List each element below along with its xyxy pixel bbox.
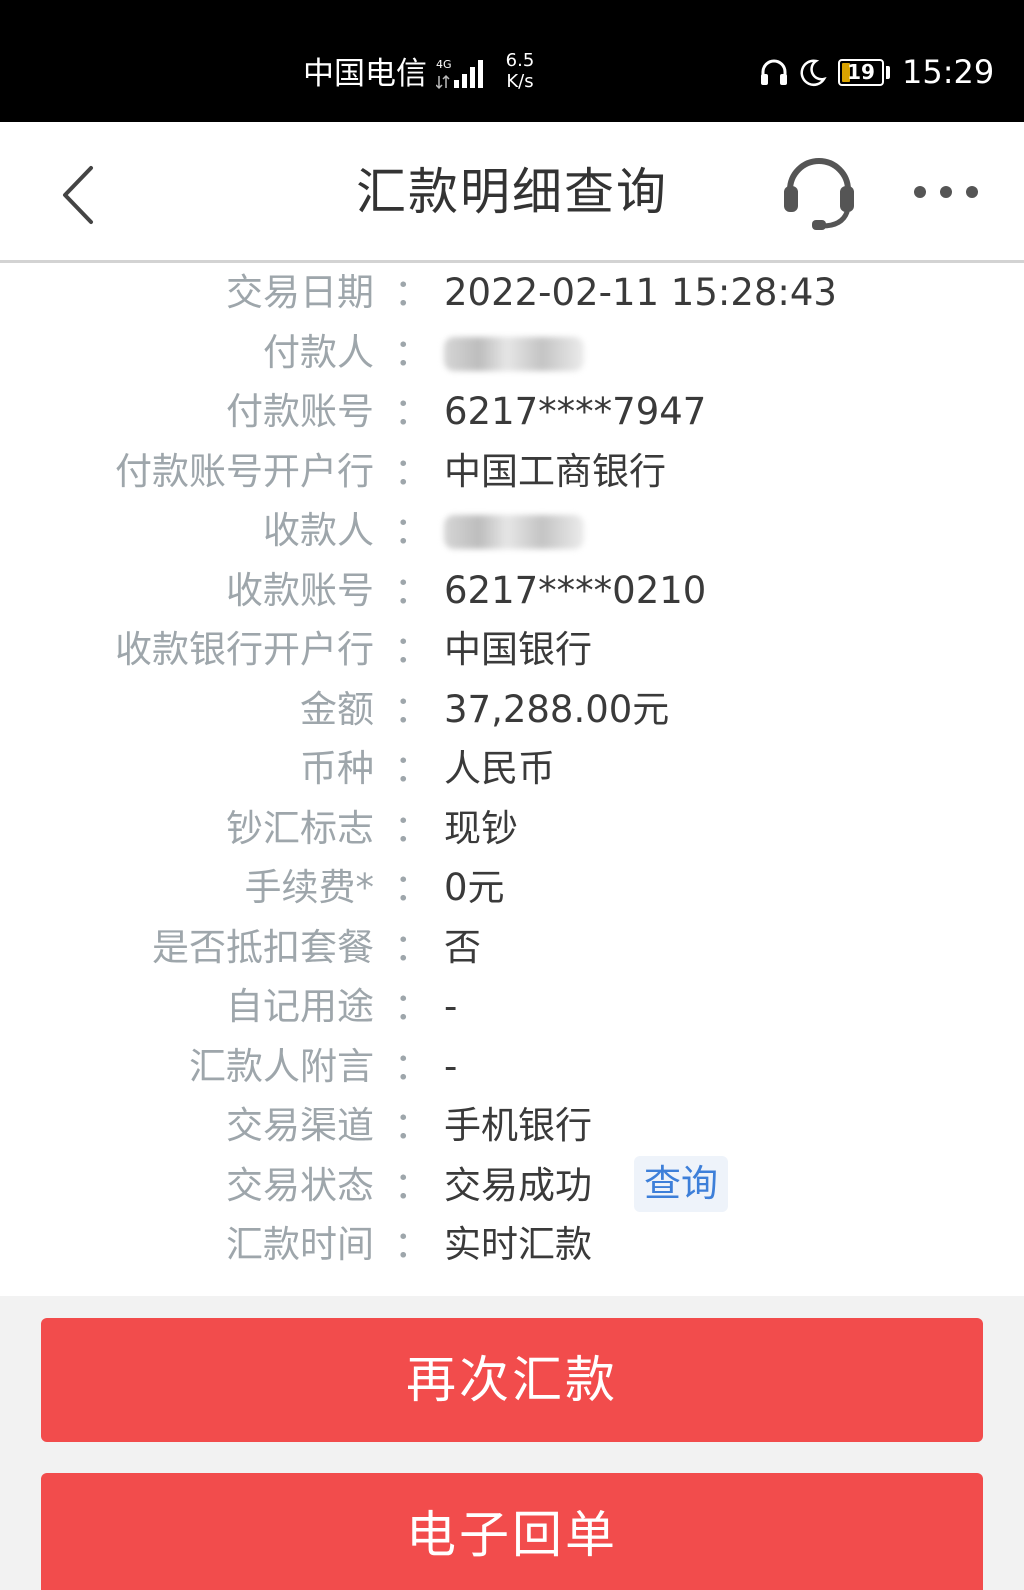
detail-row-status: 交易状态 ： 交易成功 查询 <box>0 1155 1024 1216</box>
detail-colon: ： <box>394 806 431 850</box>
detail-colon: ： <box>394 687 431 731</box>
detail-label: 付款账号 <box>226 390 374 433</box>
detail-value: - <box>444 1044 458 1088</box>
detail-colon: ： <box>394 1104 431 1147</box>
detail-label: 汇款人附言 <box>189 1044 374 1088</box>
detail-value: 6217****7947 <box>444 390 707 433</box>
footer-actions: 再次汇款 电子回单 <box>0 1296 1024 1590</box>
screen: 中国电信 4G 6.5 K/s 19 15:29 汇款明细查询 交易日期 ： 2… <box>0 0 1024 1590</box>
more-dots-icon[interactable] <box>912 177 980 207</box>
detail-value: 否 <box>444 925 481 969</box>
detail-label: 汇款时间 <box>226 1223 374 1266</box>
detail-row-amount: 金额 ： 37,288.00元 <box>0 680 1024 740</box>
detail-label: 钞汇标志 <box>226 806 374 850</box>
battery-percent: 19 <box>847 60 875 84</box>
chevron-left-icon[interactable] <box>55 160 105 230</box>
detail-value: 实时汇款 <box>444 1223 592 1266</box>
detail-value: - <box>444 985 458 1028</box>
detail-value: 37,288.00元 <box>444 687 670 731</box>
carrier-name: 中国电信 <box>303 56 427 92</box>
transfer-details: 交易日期 ： 2022-02-11 15:28:43 付款人 ： 付款账号 ： … <box>0 263 1024 1275</box>
detail-colon: ： <box>394 985 431 1028</box>
detail-label: 交易渠道 <box>226 1104 374 1147</box>
detail-colon: ： <box>394 390 431 433</box>
redacted-value <box>444 336 584 371</box>
detail-value: 中国银行 <box>444 628 592 671</box>
net-speed-unit: K/s <box>506 71 534 92</box>
detail-value: 2022-02-11 15:28:43 <box>444 271 837 314</box>
detail-row-remitter-note: 汇款人附言 ： - <box>0 1037 1024 1097</box>
detail-colon: ： <box>394 628 431 671</box>
detail-colon: ： <box>394 866 431 909</box>
detail-row-payee-bank: 收款银行开户行 ： 中国银行 <box>0 620 1024 680</box>
detail-row-transfer-time: 汇款时间 ： 实时汇款 <box>0 1215 1024 1275</box>
detail-label: 是否抵扣套餐 <box>152 925 374 969</box>
detail-colon: ： <box>394 330 431 374</box>
detail-label: 手续费* <box>244 866 375 909</box>
detail-colon: ： <box>394 271 431 314</box>
detail-row-payer-bank: 付款账号开户行 ： 中国工商银行 <box>0 442 1024 502</box>
detail-row-cash-flag: 钞汇标志 ： 现钞 <box>0 799 1024 859</box>
headset-icon[interactable] <box>782 154 856 232</box>
detail-value: 中国工商银行 <box>444 449 666 493</box>
signal-icon: 4G <box>436 58 483 90</box>
detail-label: 自记用途 <box>226 985 374 1028</box>
moon-icon <box>800 59 827 86</box>
detail-colon: ： <box>394 1044 431 1088</box>
detail-value: 现钞 <box>444 806 518 850</box>
app-header: 汇款明细查询 <box>0 122 1024 263</box>
status-bar: 中国电信 4G 6.5 K/s 19 15:29 <box>0 0 1024 122</box>
detail-colon: ： <box>394 509 431 552</box>
detail-row-fee: 手续费* ： 0元 <box>0 858 1024 918</box>
status-query-link[interactable]: 查询 <box>634 1155 728 1212</box>
detail-row-payer: 付款人 ： <box>0 323 1024 383</box>
detail-row-package-deduction: 是否抵扣套餐 ： 否 <box>0 918 1024 978</box>
detail-colon: ： <box>394 568 431 612</box>
detail-row-payee: 收款人 ： <box>0 501 1024 561</box>
detail-value: 交易成功 <box>444 1163 592 1207</box>
e-receipt-button[interactable]: 电子回单 <box>41 1473 983 1590</box>
detail-colon: ： <box>394 449 431 493</box>
detail-row-currency: 币种 ： 人民币 <box>0 739 1024 799</box>
detail-label: 付款账号开户行 <box>115 449 374 493</box>
resend-transfer-button[interactable]: 再次汇款 <box>41 1318 983 1442</box>
detail-row-payee-account: 收款账号 ： 6217****0210 <box>0 561 1024 621</box>
detail-value: 0元 <box>444 866 505 909</box>
detail-label: 交易日期 <box>226 271 374 314</box>
network-type-label: 4G <box>436 58 452 71</box>
net-speed: 6.5 K/s <box>500 50 540 92</box>
detail-colon: ： <box>394 1163 431 1207</box>
detail-value: 手机银行 <box>444 1104 592 1147</box>
detail-row-purpose: 自记用途 ： - <box>0 977 1024 1037</box>
detail-label: 付款人 <box>263 330 374 374</box>
detail-label: 金额 <box>300 687 374 731</box>
detail-row-channel: 交易渠道 ： 手机银行 <box>0 1096 1024 1156</box>
detail-value: 人民币 <box>444 747 555 790</box>
redacted-value <box>444 515 584 549</box>
battery-icon: 19 <box>838 59 884 86</box>
detail-row-payer-account: 付款账号 ： 6217****7947 <box>0 382 1024 442</box>
detail-label: 收款人 <box>263 509 374 552</box>
detail-value: 6217****0210 <box>444 568 707 612</box>
headset-icon <box>761 59 787 85</box>
detail-label: 币种 <box>300 747 374 790</box>
detail-label: 交易状态 <box>226 1163 374 1207</box>
detail-row-date: 交易日期 ： 2022-02-11 15:28:43 <box>0 263 1024 323</box>
net-speed-value: 6.5 <box>505 50 535 71</box>
page-title: 汇款明细查询 <box>356 163 668 221</box>
clock: 15:29 <box>902 53 995 91</box>
detail-label: 收款银行开户行 <box>115 628 374 671</box>
detail-label: 收款账号 <box>226 568 374 612</box>
detail-colon: ： <box>394 925 431 969</box>
detail-colon: ： <box>394 747 431 790</box>
battery-cap <box>886 66 890 79</box>
detail-colon: ： <box>394 1223 431 1266</box>
